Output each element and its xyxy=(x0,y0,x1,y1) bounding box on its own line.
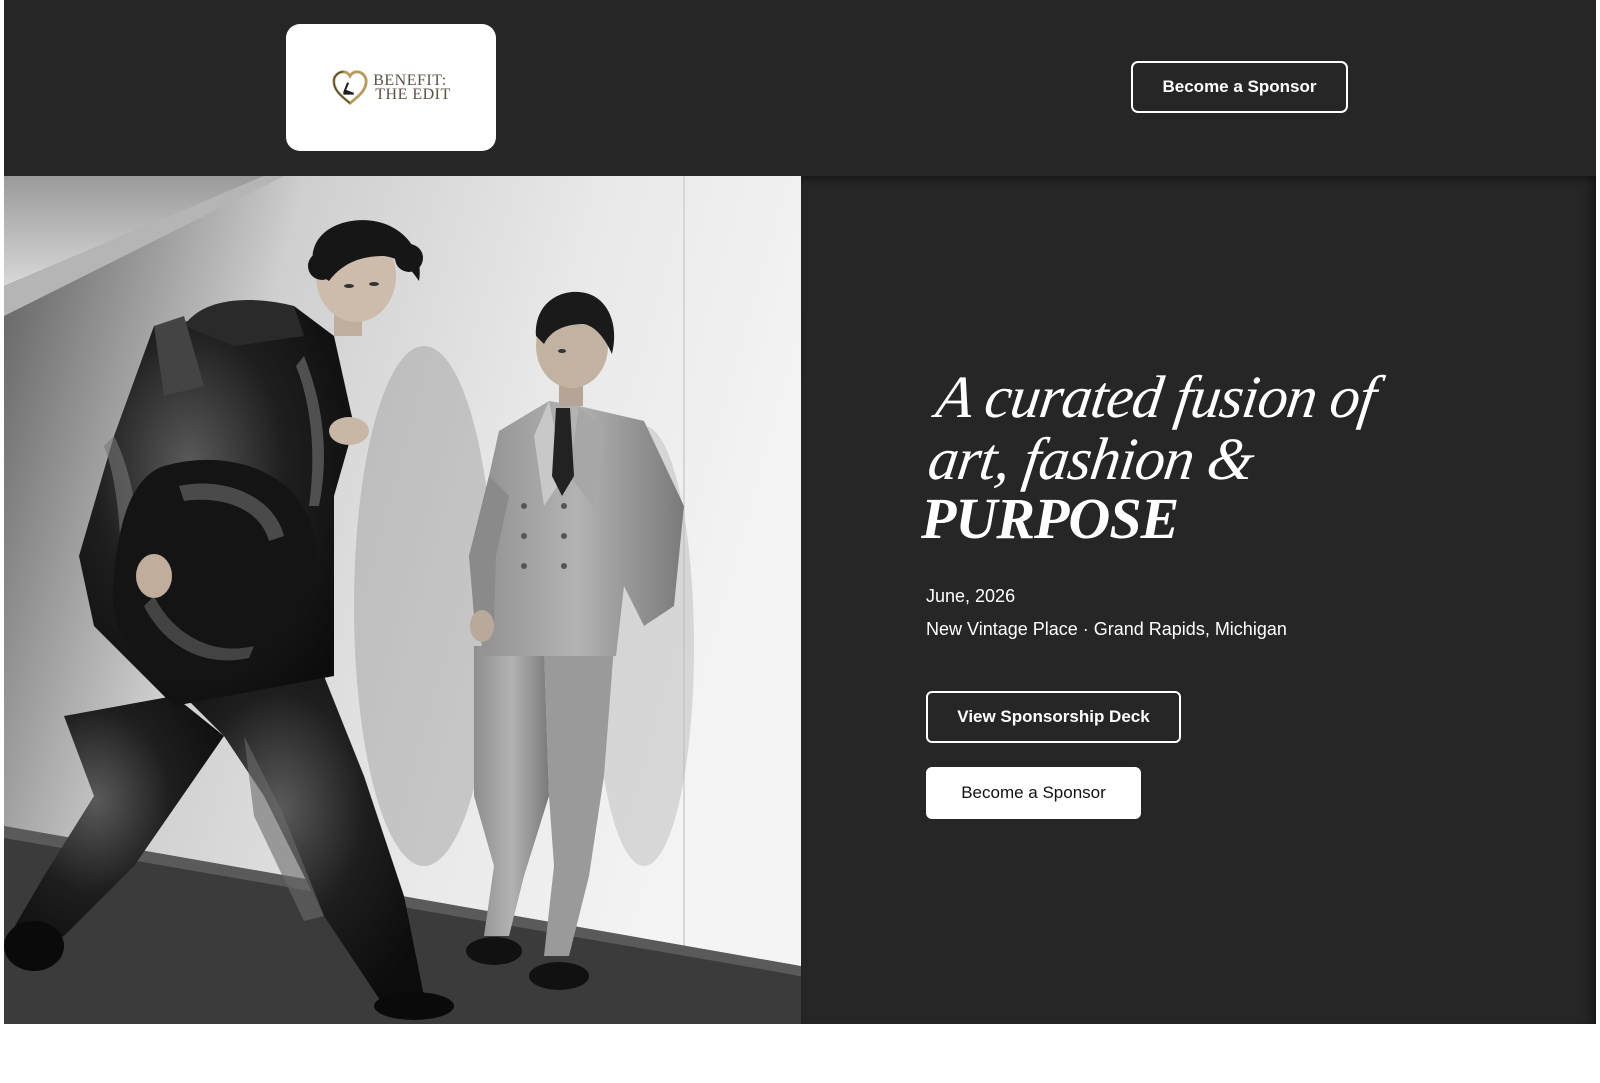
headline-line-2: art, fashion & xyxy=(924,426,1259,492)
event-location: New Vintage Place · Grand Rapids, Michig… xyxy=(926,619,1287,639)
hero-photo xyxy=(4,176,801,1024)
fashion-photo xyxy=(4,176,801,1024)
headline-line-1: A curated fusion of xyxy=(932,364,1380,430)
hero-headline: A curated fusion of art, fashion & PURPO… xyxy=(921,364,1481,551)
event-date: June, 2026 xyxy=(926,586,1016,606)
site-header: BENEFIT: THE EDIT Become a Sponsor xyxy=(4,0,1596,176)
hero-content: A curated fusion of art, fashion & PURPO… xyxy=(801,176,1596,1024)
view-sponsorship-deck-button[interactable]: View Sponsorship Deck xyxy=(926,691,1181,743)
logo-link[interactable]: BENEFIT: THE EDIT xyxy=(286,24,496,151)
logo-wordmark: BENEFIT: THE EDIT xyxy=(373,72,451,103)
header-become-sponsor-button[interactable]: Become a Sponsor xyxy=(1131,61,1348,113)
logo-line-2: THE EDIT xyxy=(375,85,451,103)
hero-become-sponsor-button[interactable]: Become a Sponsor xyxy=(926,767,1141,819)
headline-line-3: PURPOSE xyxy=(921,486,1179,551)
landing-page: BENEFIT: THE EDIT Become a Sponsor A cur… xyxy=(0,0,1600,1083)
hero-section: A curated fusion of art, fashion & PURPO… xyxy=(4,176,1596,1024)
heart-with-heel-icon xyxy=(332,69,368,105)
